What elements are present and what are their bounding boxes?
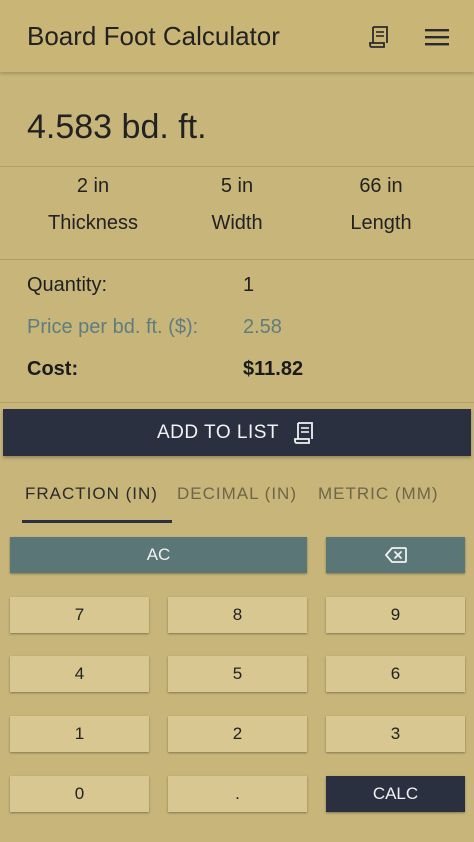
price-value: 2.58 (243, 316, 282, 338)
receipt-list-icon (369, 26, 388, 48)
key-4[interactable]: 4 (10, 656, 149, 692)
width-value: 5 in (220, 175, 254, 197)
tab-decimal[interactable]: DECIMAL (IN) (177, 484, 297, 504)
key-0[interactable]: 0 (10, 776, 149, 812)
divider (0, 259, 474, 260)
receipt-list-icon (291, 420, 317, 446)
menu-button[interactable] (422, 22, 452, 52)
price-label: Price per bd. ft. ($): (27, 316, 199, 338)
thickness-cell[interactable]: 2 in Thickness (23, 175, 163, 235)
divider (0, 402, 474, 403)
length-value: 66 in (359, 175, 403, 197)
calc-button[interactable]: CALC (326, 776, 465, 812)
key-1[interactable]: 1 (10, 716, 149, 752)
hamburger-menu-icon (425, 29, 449, 46)
width-label: Width (211, 212, 263, 234)
length-label: Length (350, 212, 412, 234)
clear-button[interactable]: AC (10, 537, 307, 573)
app-title: Board Foot Calculator (27, 21, 280, 51)
tab-fraction[interactable]: FRACTION (IN) (25, 484, 158, 504)
add-to-list-label: ADD TO LIST (157, 421, 279, 443)
length-cell[interactable]: 66 in Length (311, 175, 451, 235)
divider (0, 166, 474, 167)
saved-list-button[interactable] (364, 22, 394, 52)
thickness-label: Thickness (47, 212, 139, 234)
active-tab-indicator (22, 520, 172, 523)
width-cell[interactable]: 5 in Width (167, 175, 307, 235)
tab-metric[interactable]: METRIC (MM) (318, 484, 439, 504)
key-7[interactable]: 7 (10, 597, 149, 633)
thickness-value: 2 in (76, 175, 110, 197)
key-2[interactable]: 2 (168, 716, 307, 752)
key-5[interactable]: 5 (168, 656, 307, 692)
quantity-label: Quantity: (27, 274, 108, 296)
key-3[interactable]: 3 (326, 716, 465, 752)
app-bar: Board Foot Calculator (0, 0, 474, 72)
cost-value: $11.82 (243, 358, 304, 380)
backspace-icon (384, 547, 407, 563)
add-to-list-button[interactable]: ADD TO LIST (3, 409, 471, 456)
board-feet-result: 4.583 bd. ft. (27, 108, 207, 146)
key-9[interactable]: 9 (326, 597, 465, 633)
quantity-value: 1 (243, 274, 255, 296)
key-8[interactable]: 8 (168, 597, 307, 633)
unit-tabs: FRACTION (IN) DECIMAL (IN) METRIC (MM) (0, 472, 474, 526)
key-6[interactable]: 6 (326, 656, 465, 692)
backspace-button[interactable] (326, 537, 465, 573)
key-decimal-point[interactable]: . (168, 776, 307, 812)
cost-label: Cost: (27, 358, 79, 380)
